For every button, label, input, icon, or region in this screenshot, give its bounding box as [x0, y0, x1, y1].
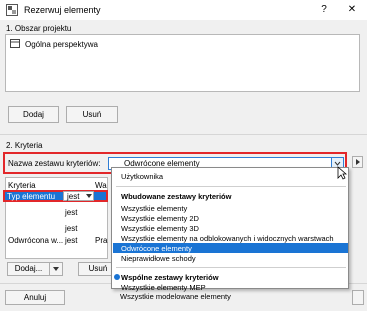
- add-criteria-menu-button[interactable]: [49, 262, 63, 276]
- mouse-cursor-icon: [337, 166, 347, 180]
- window-title: Rezerwuj elementy: [24, 5, 101, 15]
- help-button[interactable]: ?: [314, 2, 334, 18]
- app-icon: [6, 4, 18, 16]
- row-criteria[interactable]: Odwrócona w...: [8, 236, 63, 245]
- triangle-down-icon: [86, 194, 92, 198]
- title-bar: Rezerwuj elementy ? ✕: [0, 0, 367, 20]
- dropdown-group-builtin: Wbudowane zestawy kryteriów: [121, 192, 232, 201]
- cancel-button[interactable]: Anuluj: [5, 290, 65, 305]
- list-item-label: Ogólna perspektywa: [25, 39, 98, 49]
- operator-select[interactable]: jest: [63, 191, 94, 201]
- section-divider: [0, 134, 367, 135]
- triangle-right-icon: [356, 159, 360, 165]
- column-header-criteria: Kryteria: [8, 181, 36, 190]
- shared-set-dot-icon: [114, 274, 120, 280]
- section-project-area-title: 1. Obszar projektu: [6, 24, 72, 33]
- row-criteria: Typ elementu: [7, 192, 56, 201]
- dropdown-item[interactable]: Wszystkie elementy 2D: [121, 214, 199, 223]
- reserve-elements-dialog: Rezerwuj elementy ? ✕ 1. Obszar projektu…: [0, 0, 367, 311]
- column-header-value: Wa: [95, 181, 107, 190]
- ok-button[interactable]: [352, 290, 364, 305]
- list-item[interactable]: Ogólna perspektywa: [10, 39, 98, 49]
- dropdown-item-user[interactable]: Użytkownika: [121, 172, 163, 181]
- dropdown-separator: [116, 186, 346, 187]
- close-button[interactable]: ✕: [342, 2, 362, 18]
- row-operator[interactable]: jest: [65, 224, 77, 233]
- dropdown-item-selected[interactable]: Odwrócone elementy: [121, 244, 192, 253]
- add-area-button[interactable]: Dodaj: [8, 106, 59, 123]
- criteria-options-button[interactable]: [352, 156, 363, 168]
- section-criteria-title: 2. Kryteria: [6, 141, 43, 150]
- dropdown-item[interactable]: Wszystkie elementy: [121, 204, 187, 213]
- dropdown-group-shared: Wspólne zestawy kryteriów: [121, 273, 219, 282]
- table-row[interactable]: Typ elementu jest: [3, 190, 108, 202]
- dropdown-item[interactable]: Wszystkie modelowane elementy: [120, 292, 231, 301]
- dropdown-item[interactable]: Nieprawidłowe schody: [121, 254, 196, 263]
- dropdown-item[interactable]: Wszystkie elementy MEP: [121, 283, 206, 292]
- row-operator[interactable]: jest: [65, 208, 77, 217]
- dropdown-separator: [116, 267, 346, 268]
- project-area-list[interactable]: Ogólna perspektywa: [5, 34, 360, 92]
- triangle-down-icon: [53, 267, 59, 271]
- dropdown-item[interactable]: Wszystkie elementy 3D: [121, 224, 199, 233]
- remove-area-button[interactable]: Usuń: [66, 106, 118, 123]
- row-operator: jest: [67, 192, 80, 201]
- criteria-set-dropdown[interactable]: Użytkownika Wbudowane zestawy kryteriów …: [111, 167, 349, 292]
- row-value[interactable]: Pra: [95, 236, 107, 245]
- criteria-set-label: Nazwa zestawu kryteriów:: [8, 159, 101, 168]
- view-icon: [10, 39, 20, 48]
- add-criteria-button[interactable]: Dodaj...: [7, 262, 50, 276]
- dropdown-item[interactable]: Wszystkie elementy na odblokowanych i wi…: [121, 234, 334, 243]
- row-operator[interactable]: jest: [65, 236, 77, 245]
